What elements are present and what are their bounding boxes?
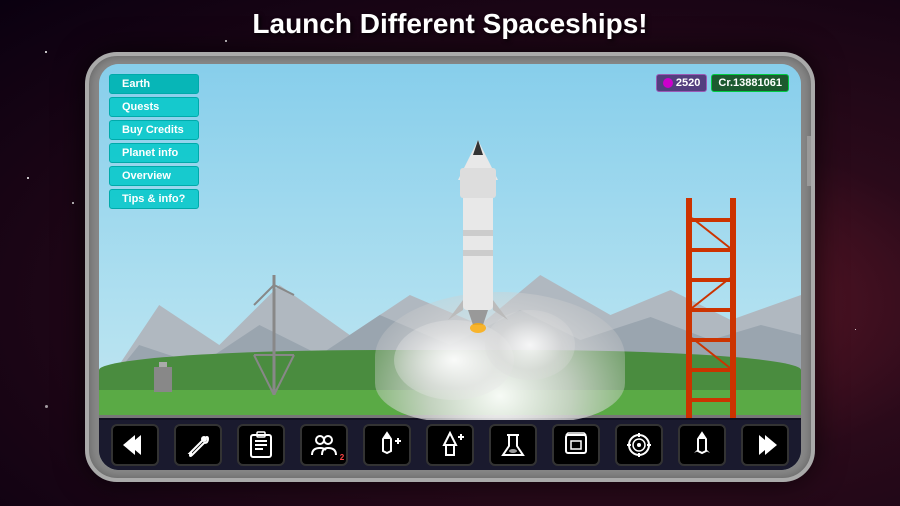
page-title: Launch Different Spaceships!	[0, 8, 900, 40]
building-roof	[159, 362, 167, 367]
menu-planet-info[interactable]: Planet info	[109, 143, 199, 163]
phone-frame: Earth Quests Buy Credits Planet info Ove…	[85, 52, 815, 482]
launch-button[interactable]	[678, 424, 726, 466]
menu-overlay: Earth Quests Buy Credits Planet info Ove…	[109, 74, 199, 212]
hud-top-right: 2520 Cr.13881061	[656, 74, 789, 92]
add-ship-button[interactable]	[426, 424, 474, 466]
menu-tips[interactable]: Tips & info?	[109, 189, 199, 209]
phone-screen: Earth Quests Buy Credits Planet info Ove…	[99, 64, 801, 470]
gem-count: 2520	[676, 77, 700, 89]
crane-tower	[249, 275, 299, 395]
launch-tower-right	[681, 198, 741, 418]
next-button[interactable]	[741, 424, 789, 466]
crew-badge: 2	[340, 453, 344, 462]
side-button[interactable]	[807, 136, 815, 186]
gem-icon	[663, 78, 673, 88]
rocket	[438, 140, 518, 340]
gem-counter: 2520	[656, 74, 707, 92]
toolbar: 2	[99, 420, 801, 470]
wrench-button[interactable]	[174, 424, 222, 466]
research-button[interactable]	[489, 424, 537, 466]
credits-counter: Cr.13881061	[711, 74, 789, 92]
menu-buy-credits[interactable]: Buy Credits	[109, 120, 199, 140]
crew-button[interactable]: 2	[300, 424, 348, 466]
menu-overview[interactable]: Overview	[109, 166, 199, 186]
menu-planet[interactable]: Earth	[109, 74, 199, 94]
prev-button[interactable]	[111, 424, 159, 466]
menu-quests[interactable]: Quests	[109, 97, 199, 117]
market-button[interactable]	[552, 424, 600, 466]
building-1	[154, 367, 172, 392]
add-rocket-button[interactable]	[363, 424, 411, 466]
inventory-button[interactable]	[237, 424, 285, 466]
target-button[interactable]	[615, 424, 663, 466]
